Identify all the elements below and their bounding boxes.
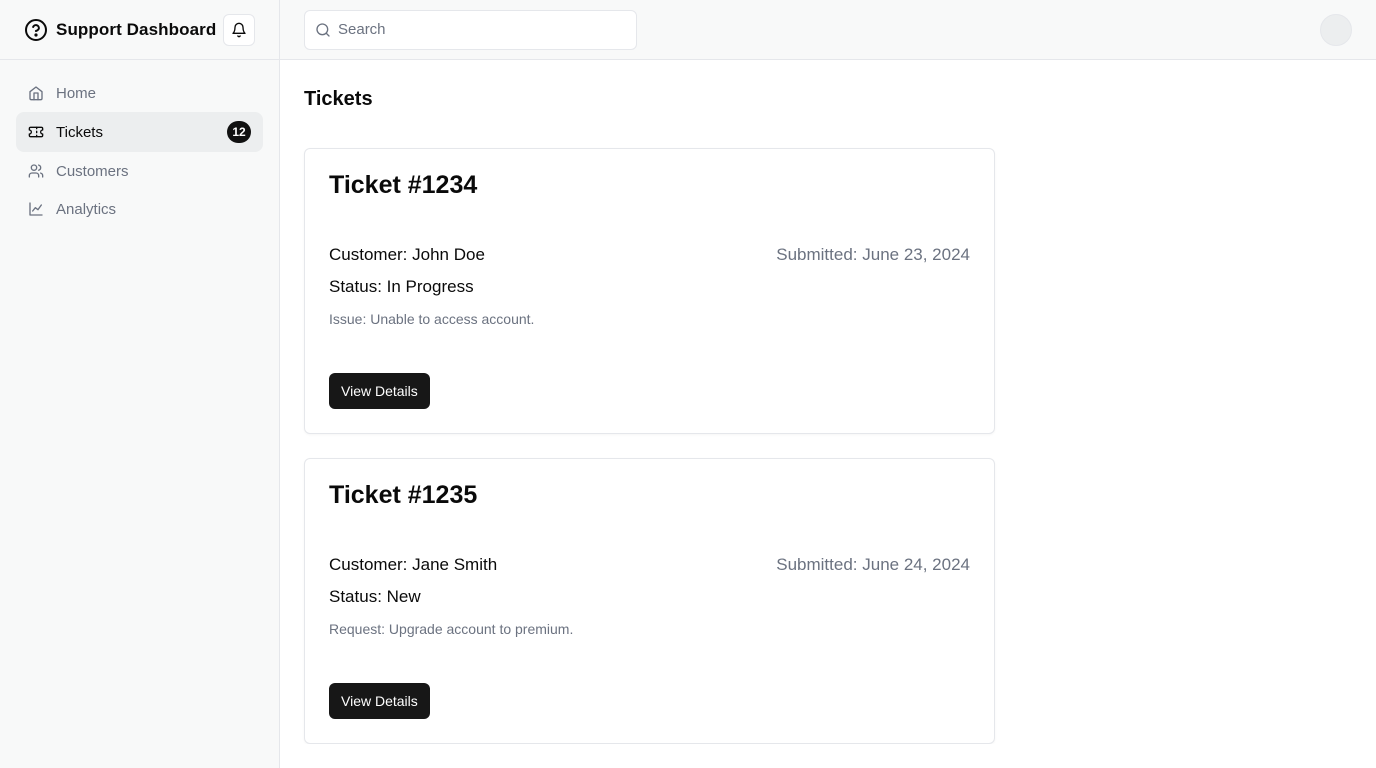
brand-header: Support Dashboard [0, 0, 279, 60]
ticket-customer: Customer: John Doe [329, 245, 485, 264]
home-icon [28, 85, 44, 101]
sidebar-item-label: Analytics [56, 200, 117, 218]
page-title: Tickets [304, 88, 373, 110]
ticket-submitted-date: Submitted: June 24, 2024 [776, 555, 970, 574]
ticket-customer: Customer: Jane Smith [329, 555, 498, 574]
top-bar [280, 0, 1376, 60]
sidebar-item-tickets[interactable]: Tickets 12 [16, 112, 263, 152]
ticket-title: Ticket #1235 [329, 481, 478, 509]
ticket-list: Ticket #1234 Customer: John Doe Submitte… [304, 148, 1352, 744]
sidebar-item-label: Tickets [56, 123, 103, 141]
search-input[interactable] [338, 21, 618, 38]
sidebar-item-label: Customers [56, 162, 129, 180]
ticket-title: Ticket #1234 [329, 171, 478, 199]
sidebar-item-customers[interactable]: Customers [16, 152, 263, 190]
search-icon [315, 22, 331, 38]
line-chart-icon [28, 201, 44, 217]
sidebar-item-label: Home [56, 84, 97, 102]
ticket-meta-row: Customer: John Doe Submitted: June 23, 2… [329, 245, 970, 265]
ticket-card: Ticket #1234 Customer: John Doe Submitte… [304, 148, 995, 434]
ticket-status: Status: In Progress [329, 277, 474, 296]
main-area: Tickets Ticket #1234 Customer: John Doe … [280, 0, 1376, 768]
sidebar-item-analytics[interactable]: Analytics [16, 190, 263, 228]
sidebar: Support Dashboard Home Tickets 12 Custom… [0, 0, 280, 768]
users-icon [28, 163, 44, 179]
sidebar-item-home[interactable]: Home [16, 74, 263, 112]
ticket-issue: Request: Upgrade account to premium. [329, 621, 574, 637]
view-details-button[interactable]: View Details [329, 373, 430, 409]
app-root: Support Dashboard Home Tickets 12 Custom… [0, 0, 1376, 768]
ticket-status: Status: New [329, 587, 421, 606]
search-box[interactable] [304, 9, 637, 50]
ticket-submitted-date: Submitted: June 23, 2024 [776, 245, 970, 264]
content: Tickets Ticket #1234 Customer: John Doe … [280, 60, 1376, 744]
ticket-meta-row: Customer: Jane Smith Submitted: June 24,… [329, 555, 970, 575]
notifications-button[interactable] [223, 14, 255, 46]
app-title: Support Dashboard [56, 19, 217, 39]
tickets-count-badge: 12 [227, 121, 251, 143]
help-circle-icon [24, 18, 48, 42]
sidebar-nav: Home Tickets 12 Customers Analytics [0, 60, 279, 242]
view-details-button[interactable]: View Details [329, 683, 430, 719]
ticket-icon [28, 124, 44, 140]
ticket-card: Ticket #1235 Customer: Jane Smith Submit… [304, 458, 995, 744]
avatar[interactable] [1320, 14, 1352, 46]
ticket-issue: Issue: Unable to access account. [329, 311, 535, 327]
bell-icon [231, 22, 247, 38]
